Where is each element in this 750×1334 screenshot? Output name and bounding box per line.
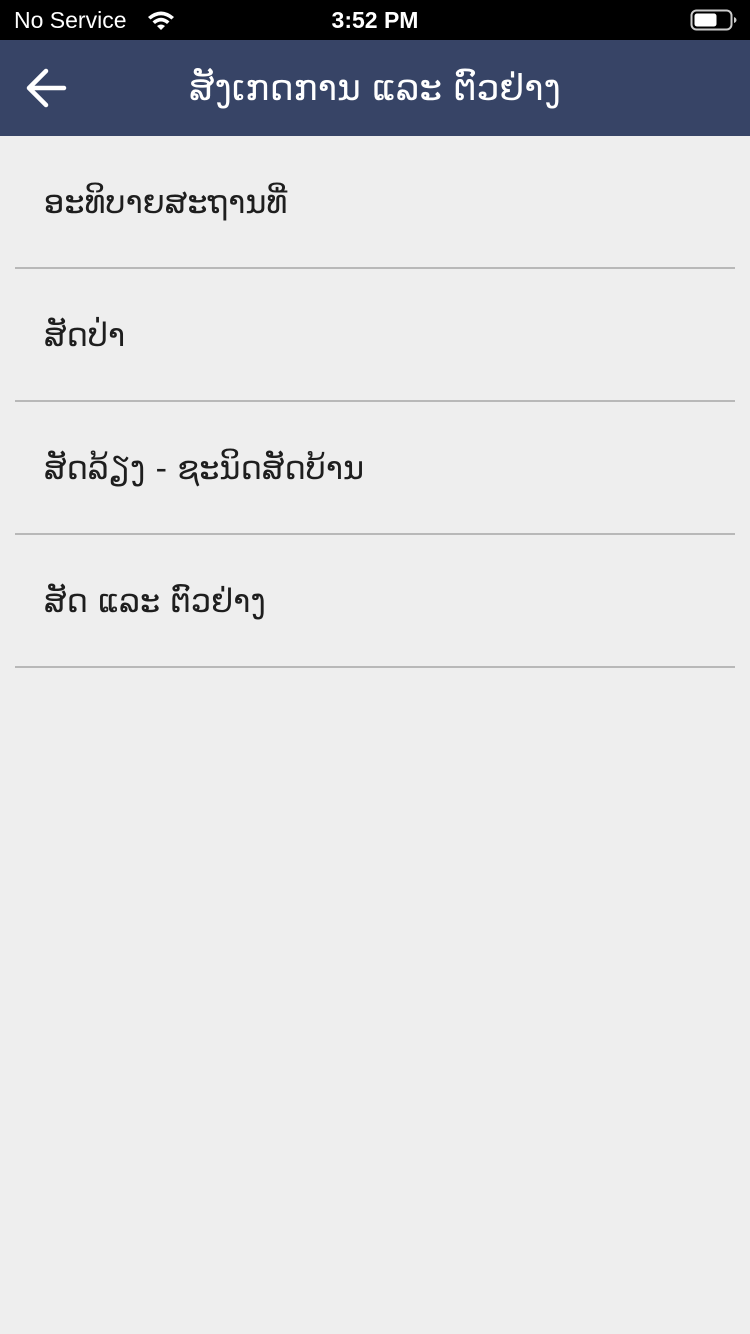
navigation-bar: ສັງເກດການ ແລະ ຕົວຢ່າງ (0, 40, 750, 136)
menu-item-label: ສັດ ແລະ ຕົວຢ່າງ (44, 581, 266, 620)
menu-list: ອະທິບາຍສະຖານທີ່ ສັດປ່າ ສັດລ້ຽງ - ຊະນິດສັ… (15, 136, 735, 668)
menu-item-label: ສັດລ້ຽງ - ຊະນິດສັດບ້ານ (44, 448, 365, 487)
menu-item-label: ອະທິບາຍສະຖານທີ່ (44, 182, 288, 221)
battery-icon (690, 9, 737, 31)
status-bar: No Service 3:52 PM (0, 0, 750, 40)
menu-item-animals-and-samples[interactable]: ສັດ ແລະ ຕົວຢ່າງ (15, 535, 735, 668)
menu-item-wild-animals[interactable]: ສັດປ່າ (15, 269, 735, 402)
back-button[interactable] (14, 56, 78, 120)
arrow-left-icon (26, 68, 67, 108)
page-title: ສັງເກດການ ແລະ ຕົວຢ່າງ (189, 67, 561, 109)
menu-item-domestic-animals[interactable]: ສັດລ້ຽງ - ຊະນິດສັດບ້ານ (15, 402, 735, 535)
clock: 3:52 PM (331, 7, 419, 33)
menu-item-label: ສັດປ່າ (44, 315, 126, 354)
menu-item-place-description[interactable]: ອະທິບາຍສະຖານທີ່ (15, 136, 735, 269)
